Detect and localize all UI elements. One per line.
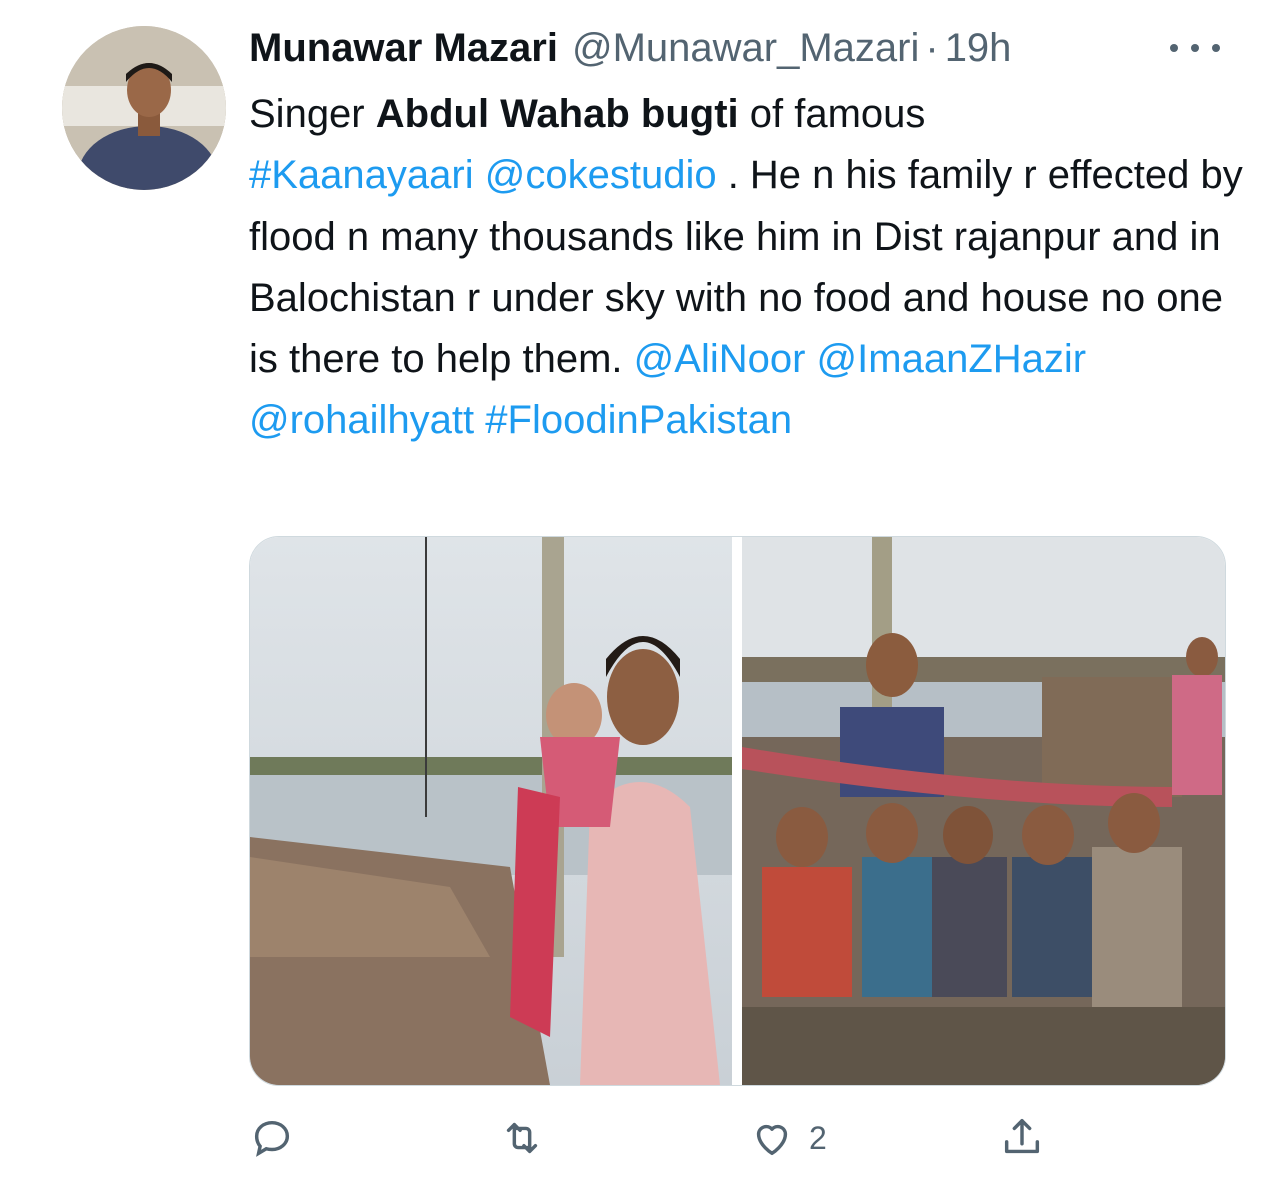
tweet-text-part: of famous [738,92,926,136]
retweet-icon [506,1122,538,1154]
like-button[interactable]: 2 [749,1108,827,1168]
media-grid [249,536,1226,1086]
tweet-header: Munawar Mazari @Munawar_Mazari · 19h [249,22,1011,74]
mention-link[interactable]: @cokestudio [485,153,717,197]
retweet-button[interactable] [499,1108,545,1168]
tweet-actions: 2 [249,1108,1224,1168]
avatar[interactable] [62,26,226,190]
reply-icon [254,1120,290,1157]
mention-link[interactable]: @ImaanZHazir [817,337,1087,381]
like-count: 2 [809,1119,827,1156]
tweet-text: Singer Abdul Wahab bugti of famous #Kaana… [249,84,1249,452]
heart-icon [756,1124,788,1156]
timestamp[interactable]: 19h [945,22,1012,74]
tweet-text-part: Singer [249,92,376,136]
hashtag-link[interactable]: #Kaanayaari [249,153,474,197]
separator-dot: · [925,26,939,70]
tweet-bold-text: Abdul Wahab bugti [375,92,739,136]
mention-link[interactable]: @AliNoor [634,337,806,381]
author-name[interactable]: Munawar Mazari [249,22,558,74]
reply-button[interactable] [249,1108,295,1168]
photo-man-with-child[interactable] [250,537,732,1085]
share-button[interactable] [999,1108,1045,1168]
mention-link[interactable]: @rohailhyatt [249,398,474,442]
photo-children-under-shelter[interactable] [742,537,1225,1085]
author-handle[interactable]: @Munawar_Mazari [572,22,919,74]
more-options-icon[interactable] [1170,28,1220,68]
share-icon [1004,1119,1040,1154]
hashtag-link[interactable]: #FloodinPakistan [485,398,792,442]
